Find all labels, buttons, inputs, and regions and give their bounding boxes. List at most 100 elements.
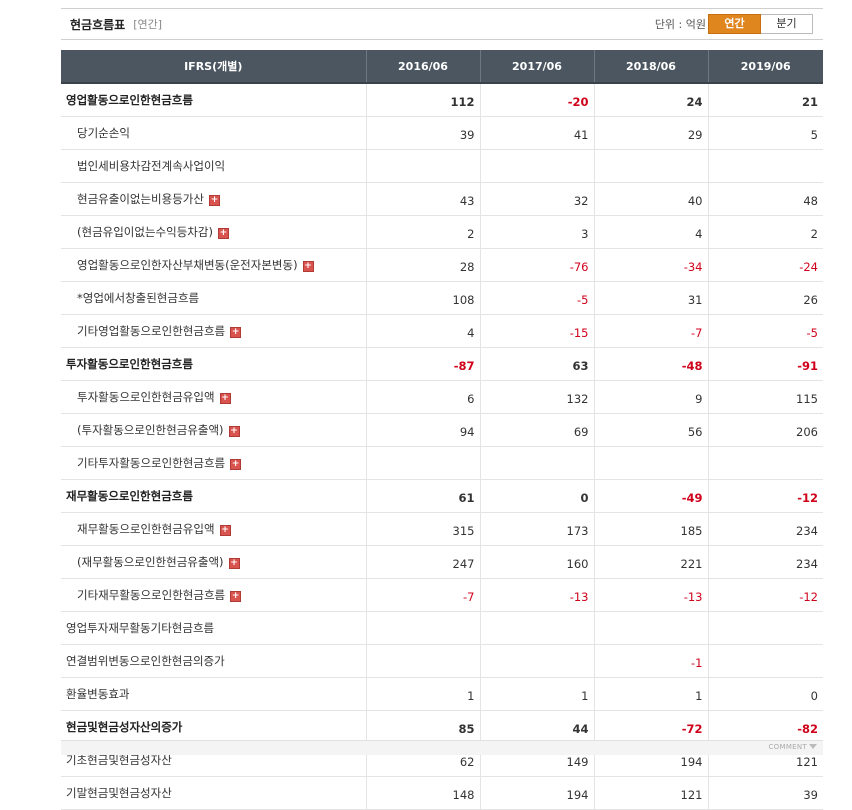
value-cell [479,446,594,480]
table-row: (재무활동으로인한현금유출액) +247 160 221 234 [61,545,823,579]
value-cell: 0 [479,479,594,513]
table-row: 재무활동으로인한현금유입액 +315 173 185 234 [61,512,823,546]
value-cell: 185 [593,512,708,546]
plus-icon[interactable]: + [230,591,242,602]
row-label-cell: 기타영업활동으로인한현금흐름 + [61,314,366,348]
value-cell: 1 [365,677,480,711]
value-cell: 6 [365,380,480,414]
value-cell [707,446,823,480]
plus-icon[interactable]: + [208,195,220,206]
row-label: 영업활동으로인한자산부채변동(운전자본변동) [77,258,298,272]
table-row: 영업활동으로인한자산부채변동(운전자본변동) +28 -76 -34 -24 [61,248,823,282]
table-header-row: IFRS(개별) 2016/06 2017/06 2018/06 2019/06 [61,50,823,84]
table-row: (현금유입이없는수익등차감) +2 3 4 2 [61,215,823,249]
value-cell: 26 [707,281,823,315]
row-label: 영업투자재무활동기타현금흐름 [66,621,215,635]
value-cell [479,644,594,678]
table-row: 투자활동으로인한현금유입액 +6 132 9 115 [61,380,823,414]
row-label-cell: 당기순손익 [61,116,366,150]
value-cell: 234 [707,512,823,546]
value-cell [365,644,480,678]
value-cell: -34 [593,248,708,282]
value-cell [479,149,594,183]
value-cell: 173 [479,512,594,546]
value-cell: 0 [707,677,823,711]
table-row: 기타재무활동으로인한현금흐름 + -7 -13 -13 -12 [61,578,823,612]
value-cell: 2 [707,215,823,249]
row-label-cell: (재무활동으로인한현금유출액) + [61,545,366,579]
value-cell: -76 [479,248,594,282]
table-row: 연결범위변동으로인한현금의증가 -1 [61,644,823,678]
value-cell: 24 [593,83,708,117]
row-label: 법인세비용차감전계속사업이익 [77,159,226,173]
value-cell: 112 [365,83,480,117]
column-header: 2016/06 [365,50,480,84]
row-label-cell: 현금및현금성자산의증가 [61,710,366,744]
plus-icon[interactable]: + [219,393,231,404]
quarterly-tab[interactable]: 분기 [761,15,812,33]
row-label: *영업에서창출된현금흐름 [77,291,200,305]
row-label-cell: (현금유입이없는수익등차감) + [61,215,366,249]
plus-icon[interactable]: + [230,327,242,338]
column-header: IFRS(개별) [61,50,366,84]
row-label: (투자활동으로인한현금유출액) [77,423,224,437]
row-label-cell: 영업활동으로인한현금흐름 [61,83,366,117]
value-cell: 3 [479,215,594,249]
plus-icon[interactable]: + [228,558,240,569]
cash-flow-panel: 현금흐름표 [연간] 단위 : 억원 연간 분기 IFRS(개별) 2016/0… [61,8,823,810]
period-tag: [연간] [133,18,163,31]
value-cell: 41 [479,116,594,150]
row-label: 현금유출이없는비용등가산 [77,192,204,206]
value-cell [593,611,708,645]
value-cell: -5 [479,281,594,315]
value-cell: -91 [707,347,823,381]
value-cell: -24 [707,248,823,282]
value-cell: -48 [593,347,708,381]
row-label: (재무활동으로인한현금유출액) [77,555,224,569]
row-label: 기초현금및현금성자산 [66,753,172,767]
value-cell [365,149,480,183]
value-cell: -12 [707,479,823,513]
value-cell: 39 [365,116,480,150]
value-cell: 85 [365,710,480,744]
value-cell: 28 [365,248,480,282]
value-cell: 32 [479,182,594,216]
row-label-cell: 영업활동으로인한자산부채변동(운전자본변동) + [61,248,366,282]
value-cell: 61 [365,479,480,513]
row-label: 환율변동효과 [66,687,130,701]
value-cell: -13 [479,578,594,612]
table-row: *영업에서창출된현금흐름 108 -5 31 26 [61,281,823,315]
value-cell: 148 [365,776,480,810]
table-row: 기타영업활동으로인한현금흐름 +4 -15 -7 -5 [61,314,823,348]
row-label-cell: 기타투자활동으로인한현금흐름 + [61,446,366,480]
value-cell: 108 [365,281,480,315]
plus-icon[interactable]: + [230,459,242,470]
plus-icon[interactable]: + [228,426,240,437]
table-row: 현금유출이없는비용등가산 +43 32 40 48 [61,182,823,216]
table-row: 기말현금및현금성자산 148 194 121 39 [61,776,823,810]
row-label: 기타재무활동으로인한현금흐름 [77,588,226,602]
value-cell: 56 [593,413,708,447]
value-cell: 4 [365,314,480,348]
value-cell: 21 [707,83,823,117]
table-row: 투자활동으로인한현금흐름 -87 63 -48 -91 [61,347,823,381]
value-cell: 1 [479,677,594,711]
row-label: 기타투자활동으로인한현금흐름 [77,456,226,470]
row-label: 현금및현금성자산의증가 [66,720,183,734]
value-cell: 94 [365,413,480,447]
plus-icon[interactable]: + [302,261,314,272]
value-cell: 315 [365,512,480,546]
value-cell: 221 [593,545,708,579]
table-row: 영업활동으로인한현금흐름 112 -20 24 21 [61,83,823,117]
comment-toggle[interactable]: COMMENT [768,743,817,751]
plus-icon[interactable]: + [217,228,229,239]
row-label: (현금유입이없는수익등차감) [77,225,213,239]
comment-label: COMMENT [768,743,807,751]
value-cell: 132 [479,380,594,414]
row-label-cell: 현금유출이없는비용등가산 + [61,182,366,216]
annual-tab[interactable]: 연간 [708,14,761,34]
value-cell: -15 [479,314,594,348]
table-row: 환율변동효과 1 1 1 0 [61,677,823,711]
plus-icon[interactable]: + [219,525,231,536]
column-header: 2019/06 [707,50,823,84]
